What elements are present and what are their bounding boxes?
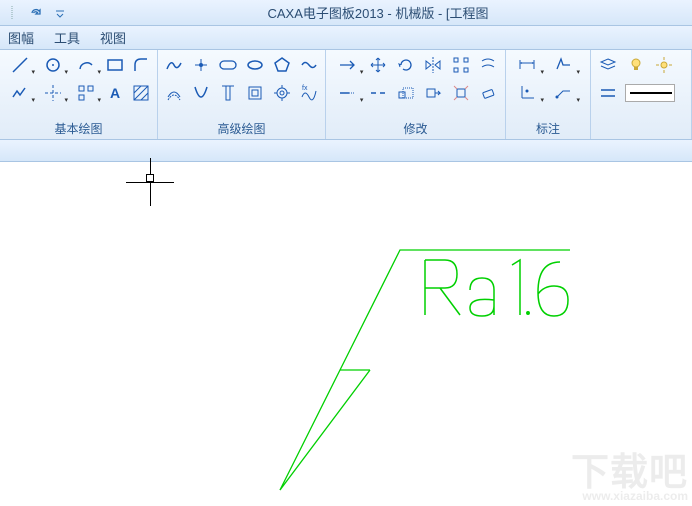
text-tool-icon[interactable]: A [105, 82, 125, 104]
fillet-tool-icon[interactable] [131, 54, 151, 76]
parabola-tool-icon[interactable] [191, 82, 212, 104]
spline-tool-icon[interactable] [164, 54, 185, 76]
rectangle-tool-icon[interactable] [105, 54, 125, 76]
layer-icon[interactable] [597, 54, 619, 76]
menu-tufu[interactable]: 图幅 [8, 28, 34, 47]
centerline-tool-icon[interactable]: ▾ [39, 82, 66, 104]
panel-basic-drawing: ▾ ▾ ▾ ▾ ▾ ▾ A 基本绘图 [0, 50, 158, 139]
panel-annotate-title: 标注 [512, 117, 584, 137]
watermark: 下载吧 www.xiazaiba.com [571, 455, 688, 502]
panel-modify-title: 修改 [332, 117, 499, 137]
rotate-tool-icon[interactable] [395, 54, 417, 76]
surface-roughness-symbol[interactable] [230, 240, 590, 500]
circle-tool-icon[interactable]: ▾ [39, 54, 66, 76]
quick-access-toolbar [4, 5, 68, 21]
coord-tool-icon[interactable]: ▾ [512, 82, 542, 104]
hatch-tool-icon[interactable] [131, 82, 151, 104]
sun-icon[interactable] [653, 54, 675, 76]
svg-text:A: A [110, 85, 120, 101]
title-bar: CAXA电子图板2013 - 机械版 - [工程图 [0, 0, 692, 26]
panel-properties-title [597, 134, 685, 137]
formula-tool-icon[interactable]: fx [298, 82, 319, 104]
explode-tool-icon[interactable] [450, 82, 472, 104]
panel-advanced-title: 高级绘图 [164, 117, 319, 137]
linetype-icon[interactable] [597, 82, 619, 104]
arc-tool-icon[interactable]: ▾ [72, 54, 99, 76]
extend-tool-icon[interactable]: ▾ [332, 82, 361, 104]
polyline-tool-icon[interactable]: ▾ [6, 82, 33, 104]
panel-basic-title: 基本绘图 [6, 117, 151, 137]
slot-tool-icon[interactable] [218, 54, 239, 76]
line-style-dropdown[interactable] [625, 84, 675, 102]
scale-tool-icon[interactable] [395, 82, 417, 104]
panel-advanced-drawing: fx 高级绘图 [158, 50, 326, 139]
bulb-icon[interactable] [625, 54, 647, 76]
gear-tool-icon[interactable] [271, 82, 292, 104]
panel-properties [591, 50, 692, 139]
point-tool-icon[interactable] [191, 54, 212, 76]
equidistant-tool-icon[interactable] [164, 82, 185, 104]
mirror-tool-icon[interactable] [422, 54, 444, 76]
break-tool-icon[interactable] [367, 82, 389, 104]
array-tool-icon[interactable] [450, 54, 472, 76]
menu-gongju[interactable]: 工具 [54, 28, 80, 47]
qat-dropdown-icon[interactable] [52, 5, 68, 21]
surface-tool-icon[interactable]: ▾ [548, 54, 578, 76]
menu-shitu[interactable]: 视图 [100, 28, 126, 47]
panel-modify: ▾ ▾ 修改 [326, 50, 506, 139]
pattern-tool-icon[interactable]: ▾ [72, 82, 99, 104]
ellipse-tool-icon[interactable] [244, 54, 265, 76]
erase-tool-icon[interactable] [477, 82, 499, 104]
line-tool-icon[interactable]: ▾ [6, 54, 33, 76]
qat-separator-icon [4, 5, 20, 21]
svg-text:fx: fx [302, 85, 308, 92]
stretch-tool-icon[interactable] [422, 82, 444, 104]
polygon-tool-icon[interactable] [271, 54, 292, 76]
command-bar[interactable] [0, 140, 692, 162]
menu-bar: 图幅 工具 视图 [0, 26, 692, 50]
hole-tool-icon[interactable] [218, 82, 239, 104]
move-tool-icon[interactable] [367, 54, 389, 76]
leader-tool-icon[interactable]: ▾ [548, 82, 578, 104]
dimension-tool-icon[interactable]: ▾ [512, 54, 542, 76]
offset-tool-icon[interactable] [477, 54, 499, 76]
wave-tool-icon[interactable] [298, 54, 319, 76]
block-tool-icon[interactable] [244, 82, 265, 104]
trim-tool-icon[interactable]: ▾ [332, 54, 361, 76]
redo-icon[interactable] [28, 5, 44, 21]
drawing-canvas[interactable]: 下载吧 www.xiazaiba.com [0, 140, 692, 506]
panel-annotate: ▾ ▾ ▾ ▾ 标注 [506, 50, 591, 139]
window-title: CAXA电子图板2013 - 机械版 - [工程图 [68, 3, 688, 22]
ribbon: ▾ ▾ ▾ ▾ ▾ ▾ A 基本绘图 [0, 50, 692, 140]
